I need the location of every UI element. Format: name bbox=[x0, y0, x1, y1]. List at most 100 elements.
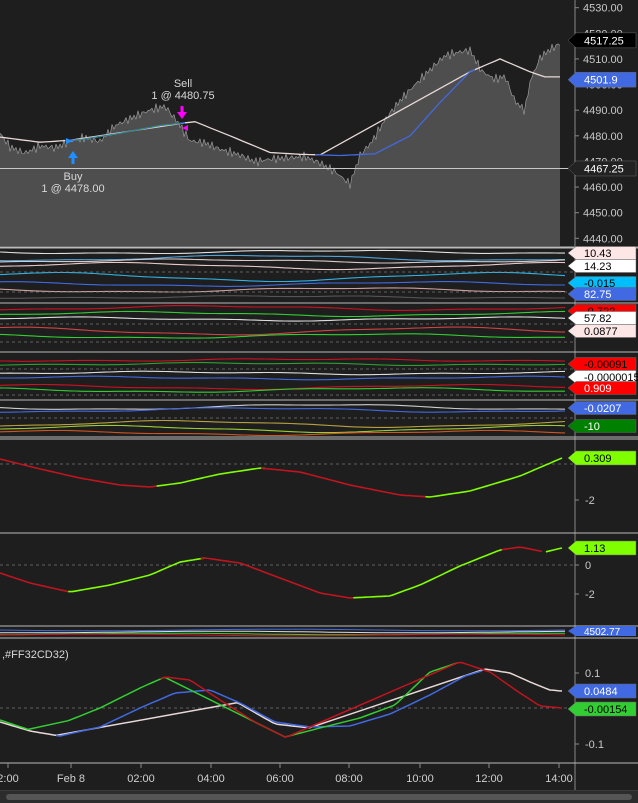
indicator-value-badge-bg bbox=[567, 419, 637, 433]
strip-line bbox=[0, 628, 566, 632]
indicator-value-badge-text: -10 bbox=[584, 421, 600, 433]
indicator-line bbox=[0, 287, 566, 293]
price-tick-label: 4460.00 bbox=[583, 182, 623, 194]
indicator-value-badge-text: 0.909 bbox=[584, 383, 612, 395]
osc3-green-line bbox=[0, 662, 458, 738]
thin-strip-panel[interactable]: 4502.77 bbox=[0, 626, 638, 639]
strip-value-badge: 4502.77 bbox=[568, 626, 636, 638]
osc3-tick-label: 0.1 bbox=[585, 668, 600, 680]
price-value-badge-text: 4517.25 bbox=[584, 35, 624, 47]
osc3-title: ,#FF32CD32) bbox=[2, 649, 69, 661]
time-tick-label: 02:00 bbox=[127, 773, 155, 785]
osc2-green-segment bbox=[68, 557, 205, 593]
indicator-line bbox=[0, 261, 566, 271]
indicator-line bbox=[0, 383, 566, 391]
scrollbar-thumb[interactable] bbox=[6, 794, 632, 800]
indicator-line bbox=[0, 370, 566, 376]
time-tick-label: Feb 8 bbox=[57, 773, 85, 785]
sell-label: Sell bbox=[174, 78, 192, 90]
sell-detail: 1 @ 4480.75 bbox=[151, 90, 214, 102]
horizontal-scrollbar[interactable] bbox=[0, 790, 638, 803]
osc1-red-segment-2 bbox=[260, 467, 430, 498]
osc2-red-segment-2 bbox=[200, 557, 354, 599]
indicator-value-badge-text: 10.43 bbox=[584, 248, 612, 260]
price-tick-label: 4530.00 bbox=[583, 3, 623, 15]
time-tick-label: 2:00 bbox=[0, 773, 19, 785]
sell-arrow-icon bbox=[177, 106, 187, 119]
indicator-value-badge-text: -0.0207 bbox=[584, 403, 621, 415]
time-tick-label: 06:00 bbox=[266, 773, 294, 785]
price-value-badge: 4517.25 bbox=[567, 32, 637, 49]
osc3-value-badge: 0.0484 bbox=[567, 683, 637, 699]
indicator-value-badge: -0.0207 bbox=[567, 401, 637, 415]
osc3-value-badge-text: -0.00154 bbox=[584, 704, 627, 716]
price-tick-label: 4480.00 bbox=[583, 131, 623, 143]
indicator-line bbox=[0, 316, 566, 322]
time-tick-label: 08:00 bbox=[335, 773, 363, 785]
osc1-tick-label: -2 bbox=[585, 495, 595, 507]
osc1-green-segment bbox=[156, 467, 265, 487]
osc2-tick-label: -2 bbox=[585, 589, 595, 601]
time-tick-label: 12:00 bbox=[475, 773, 503, 785]
indicator-line bbox=[0, 295, 566, 299]
indicator-line bbox=[0, 305, 566, 311]
osc1-red-segment bbox=[0, 458, 157, 488]
price-tick-label: 4490.00 bbox=[583, 105, 623, 117]
indicator-value-badge-text: 57.82 bbox=[584, 313, 612, 325]
osc3-red-line bbox=[160, 661, 563, 738]
multi-indicator-panel[interactable]: 10.4314.23-0.01582.75-0.72257.820.0877-0… bbox=[0, 246, 638, 438]
indicator-line bbox=[0, 387, 565, 393]
buy-detail: 1 @ 4478.00 bbox=[41, 183, 104, 195]
osc3-value-badge: -0.00154 bbox=[567, 701, 637, 717]
time-tick-label: 14:00 bbox=[545, 773, 573, 785]
osc2-green-segment-3 bbox=[545, 547, 563, 553]
osc2-red-segment-3 bbox=[501, 546, 543, 553]
indicator-value-badge-text: -0.00091 bbox=[584, 359, 627, 371]
indicator-value-badge: 0.0877 bbox=[567, 324, 637, 338]
indicator-line bbox=[0, 271, 566, 283]
indicator-value-badge: 82.75 bbox=[567, 287, 637, 301]
oscillator-panel-1[interactable]: -2 0.309 bbox=[0, 438, 638, 534]
indicator-value-badge: -10 bbox=[567, 419, 637, 433]
sell-arrow-shape bbox=[177, 106, 187, 119]
strip-value-text: 4502.77 bbox=[584, 627, 621, 638]
osc1-value-badge-text: 0.309 bbox=[584, 453, 612, 465]
osc3-value-badge-text: 0.0484 bbox=[584, 686, 618, 698]
osc2-red-segment bbox=[0, 572, 69, 593]
osc3-tick-label: -0.1 bbox=[585, 739, 604, 751]
indicator-value-badge: 0.909 bbox=[567, 381, 637, 395]
time-tick-label: 10:00 bbox=[406, 773, 434, 785]
indicator-value-badge: 57.82 bbox=[567, 311, 637, 325]
indicator-value-badge: -0.00091 bbox=[567, 357, 637, 371]
indicator-value-badge-text: 14.23 bbox=[584, 261, 612, 273]
osc2-green-segment-2 bbox=[353, 548, 503, 599]
osc3-white-line bbox=[0, 668, 563, 737]
osc2-value-badge: 1.13 bbox=[567, 540, 637, 556]
osc2-value-badge-text: 1.13 bbox=[584, 543, 605, 555]
indicator-line bbox=[0, 333, 565, 339]
oscillator-panel-3[interactable]: ,#FF32CD32) 0.1 -0.1 0.0484 -0.00154 bbox=[0, 649, 638, 764]
indicator-line bbox=[0, 326, 566, 336]
indicator-line bbox=[0, 310, 566, 318]
oscillator-panel-2[interactable]: 0 -2 1.13 bbox=[0, 540, 638, 627]
indicator-line bbox=[0, 375, 566, 381]
indicator-line bbox=[0, 249, 565, 255]
price-value-badge-text: 4467.25 bbox=[584, 163, 624, 175]
buy-label: Buy bbox=[64, 171, 83, 183]
price-area bbox=[0, 43, 560, 247]
price-value-badge-text: 4501.9 bbox=[584, 75, 618, 87]
indicator-value-badge-text: 82.75 bbox=[584, 289, 612, 301]
price-tick-label: 4450.00 bbox=[583, 208, 623, 220]
indicator-line bbox=[0, 362, 566, 366]
indicator-value-badge: 10.43 bbox=[567, 246, 637, 260]
time-tick-label: 04:00 bbox=[197, 773, 225, 785]
price-tick-label: 4510.00 bbox=[583, 54, 623, 66]
time-axis[interactable]: 2:00 Feb 8 02:00 04:00 06:00 08:00 10:00 12:00 1… bbox=[0, 763, 573, 785]
chart-canvas[interactable]: 4440.004450.004460.004470.004480.004490.… bbox=[0, 0, 638, 802]
osc2-tick-label: 0 bbox=[585, 560, 591, 572]
strip-line bbox=[0, 630, 566, 634]
indicator-value-badge-text: 0.0877 bbox=[584, 326, 618, 338]
price-value-badge: 4501.9 bbox=[567, 71, 637, 88]
price-tick-label: 4440.00 bbox=[583, 233, 623, 245]
indicator-line bbox=[0, 358, 566, 362]
